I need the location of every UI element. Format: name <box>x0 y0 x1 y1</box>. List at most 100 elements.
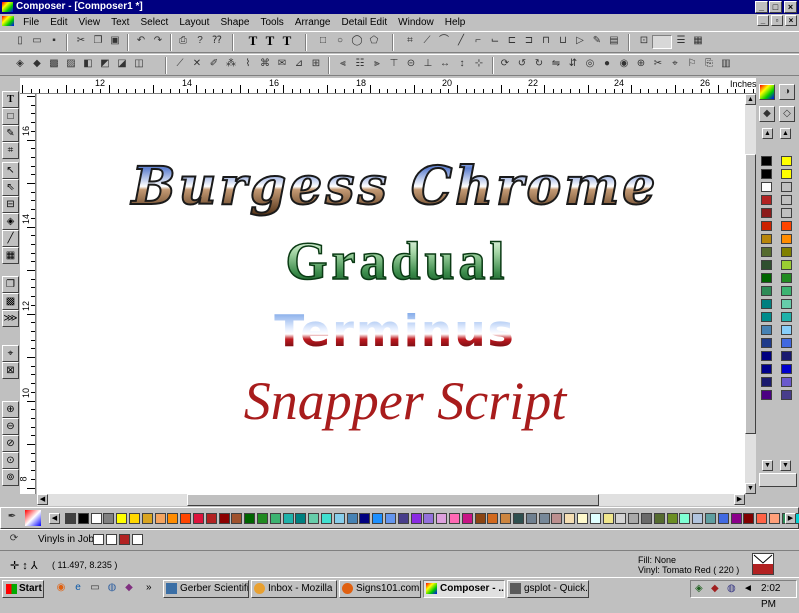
weed-tool-icon[interactable]: ⌖ <box>2 345 19 362</box>
task-composer[interactable]: Composer - ... <box>423 580 505 598</box>
blend-icon[interactable]: ▨ <box>63 57 79 73</box>
color-swatch[interactable] <box>781 234 792 244</box>
menu-edit[interactable]: Edit <box>46 15 71 31</box>
color-swatch[interactable] <box>781 221 792 231</box>
color-swatch[interactable] <box>65 513 76 524</box>
color-swatch[interactable] <box>761 208 772 218</box>
color-swatch[interactable] <box>717 513 729 524</box>
color-swatch[interactable] <box>295 513 307 524</box>
stats-icon[interactable]: ▥ <box>718 57 734 73</box>
color-swatch[interactable] <box>692 513 704 524</box>
horizontal-scrollbar[interactable]: ◀ ▶ <box>37 494 745 506</box>
menu-detail-edit[interactable]: Detail Edit <box>338 15 392 31</box>
color-swatch[interactable] <box>167 513 179 524</box>
color-swatch[interactable] <box>761 338 772 348</box>
tray-icon[interactable]: ◈ <box>695 581 703 597</box>
color-swatch[interactable] <box>474 513 486 524</box>
color-swatch[interactable] <box>781 299 792 309</box>
scroll-left-icon[interactable]: ◀ <box>37 494 48 505</box>
menu-help[interactable]: Help <box>441 15 470 31</box>
color-swatch[interactable] <box>321 513 332 524</box>
knife-icon[interactable]: ⟋ <box>172 57 188 73</box>
grid-icon[interactable]: ▦ <box>690 34 706 50</box>
color-swatch[interactable] <box>761 325 772 335</box>
rotate-icon[interactable]: ⟳ <box>497 57 513 73</box>
color-swatch[interactable] <box>781 208 792 218</box>
brush-icon[interactable]: ✐ <box>206 57 222 73</box>
line-tool-icon[interactable]: ⟋ <box>419 34 435 50</box>
color-swatch[interactable] <box>761 377 772 387</box>
redo-icon[interactable]: ↷ <box>150 34 166 50</box>
circle-icon[interactable]: ◯ <box>349 34 365 50</box>
bucket-icon[interactable]: ◈ <box>12 57 28 73</box>
weld-icon[interactable]: ⊡ <box>636 34 652 50</box>
distort-icon[interactable]: ⌘ <box>257 57 273 73</box>
color-swatch[interactable] <box>641 513 652 524</box>
color-swatch[interactable] <box>461 513 473 524</box>
color-swatch[interactable] <box>761 156 772 166</box>
vinyl-swatch[interactable] <box>132 534 143 545</box>
color-swatch[interactable] <box>257 513 268 524</box>
color-swatch[interactable] <box>244 513 256 524</box>
start-button[interactable]: Start <box>2 580 44 598</box>
ring-icon[interactable]: ◉ <box>616 57 632 73</box>
vertical-scroll-thumb[interactable] <box>745 154 756 434</box>
menu-file[interactable]: File <box>19 15 43 31</box>
color-swatch[interactable] <box>436 513 448 524</box>
task-gsplot[interactable]: gsplot - Quick... <box>507 580 589 598</box>
more-icon[interactable]: » <box>146 582 152 593</box>
gradual-text[interactable]: Gradual <box>285 230 508 292</box>
step-repeat-icon[interactable]: ⋙ <box>2 310 19 327</box>
color-swatch[interactable] <box>761 286 772 296</box>
flip-icon[interactable]: ⇋ <box>548 57 564 73</box>
text-frame-icon[interactable]: T <box>262 34 278 50</box>
color-swatch[interactable] <box>282 513 294 524</box>
horizontal-scroll-thumb[interactable] <box>187 494 599 506</box>
rotate-left-icon[interactable]: ↺ <box>514 57 530 73</box>
mask-tool-icon[interactable]: ⊠ <box>2 362 19 379</box>
pattern-icon[interactable]: ▩ <box>46 57 62 73</box>
maximize-button[interactable]: □ <box>769 1 782 13</box>
color-swatch[interactable] <box>769 513 780 524</box>
color-swatch[interactable] <box>103 513 115 524</box>
palette-options-icon[interactable] <box>25 510 41 526</box>
fill-bucket-icon[interactable]: ◈ <box>2 213 19 230</box>
align-right-icon[interactable]: ⫸ <box>369 57 385 73</box>
palette-right-icon[interactable]: ▶ <box>785 513 796 524</box>
color-swatch[interactable] <box>756 513 768 524</box>
color-swatch[interactable] <box>761 195 772 205</box>
vinyl-swatch[interactable] <box>93 534 104 545</box>
color-swatch[interactable] <box>653 513 665 524</box>
pen-tool-icon[interactable]: ✎ <box>589 34 605 50</box>
perspective-icon[interactable]: ⊿ <box>291 57 307 73</box>
color-swatch[interactable] <box>761 221 772 231</box>
minimize-button[interactable]: _ <box>755 1 768 13</box>
scroll-right-icon[interactable]: ▶ <box>734 494 745 505</box>
open-icon[interactable]: ▭ <box>29 34 45 50</box>
color-swatch[interactable] <box>449 513 460 524</box>
color-swatch[interactable] <box>761 351 772 361</box>
split-tool-icon[interactable]: ⌙ <box>487 34 503 50</box>
color-swatch[interactable] <box>154 513 166 524</box>
weed-icon[interactable]: ⌖ <box>667 57 683 73</box>
color-swatch[interactable] <box>781 182 792 192</box>
envelope-icon[interactable]: ✉ <box>274 57 290 73</box>
join-tool-icon[interactable]: ⊏ <box>504 34 520 50</box>
color-swatch[interactable] <box>781 247 792 257</box>
eyedropper-icon[interactable]: ✒ <box>4 510 20 526</box>
align-bottom-icon[interactable]: ⊥ <box>420 57 436 73</box>
color-swatch[interactable] <box>781 325 792 335</box>
copy-icon[interactable]: ❐ <box>90 34 106 50</box>
color-swatch[interactable] <box>743 513 755 524</box>
color-swatch[interactable] <box>487 513 499 524</box>
menu-tools[interactable]: Tools <box>256 15 287 31</box>
node-tool-icon[interactable]: ⌗ <box>2 142 19 159</box>
color-swatch[interactable] <box>781 169 792 179</box>
select-arrow-icon[interactable]: ↖ <box>2 162 19 179</box>
grid-tool-icon[interactable]: ▩ <box>2 293 19 310</box>
corner-tool-icon[interactable]: ⌐ <box>470 34 486 50</box>
color-swatch[interactable] <box>346 513 358 524</box>
align-middle-icon[interactable]: ⊝ <box>403 57 419 73</box>
zoom-box-icon[interactable]: ⊘ <box>2 435 19 452</box>
palette-icon[interactable] <box>759 84 775 100</box>
